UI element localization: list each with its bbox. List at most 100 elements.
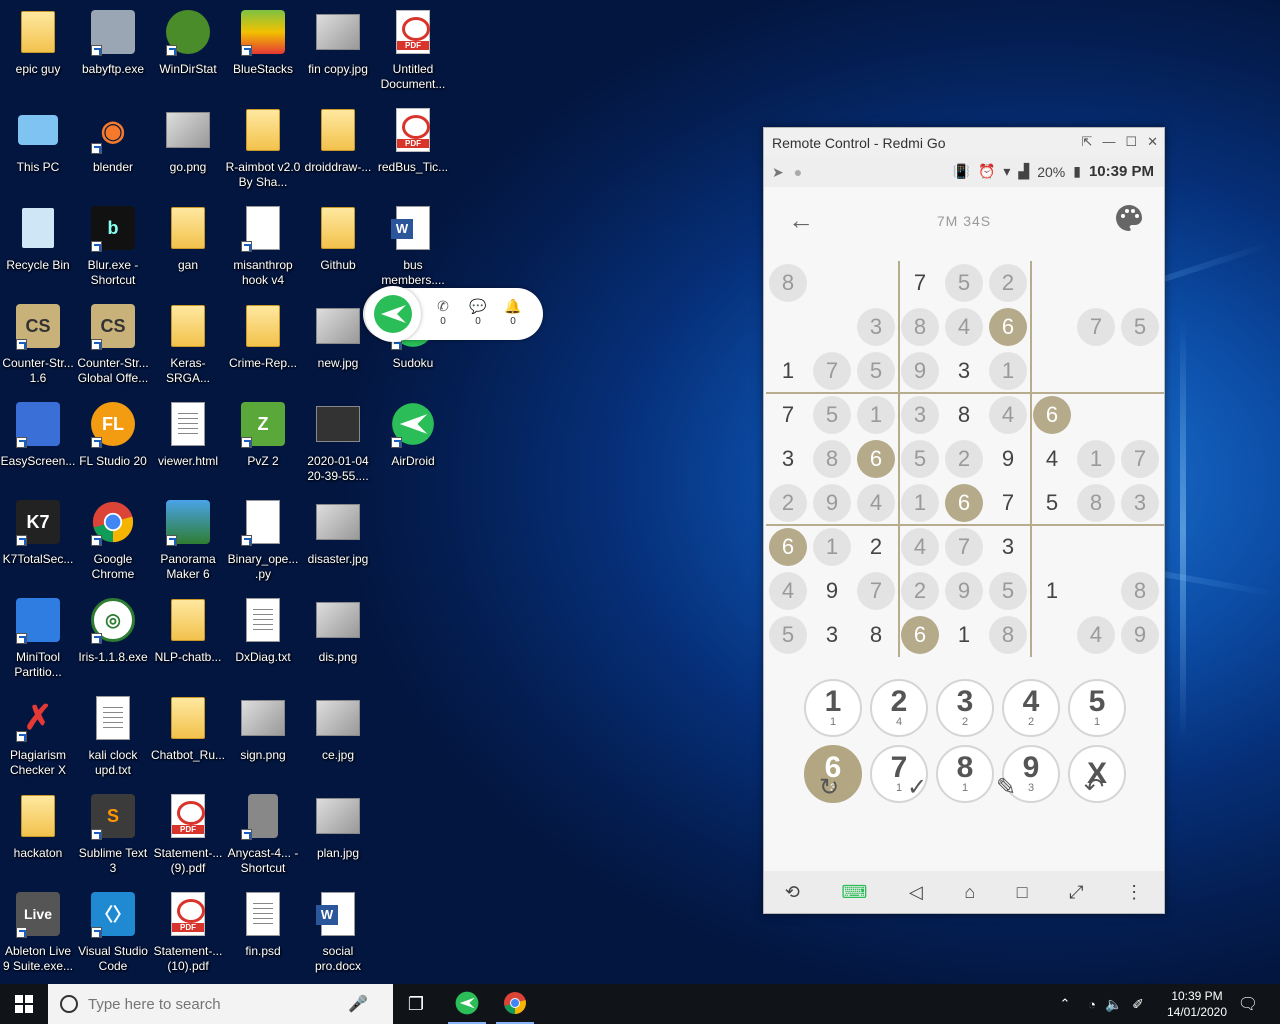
- keypad-button-8[interactable]: 81: [936, 745, 994, 803]
- sudoku-cell[interactable]: 5: [766, 613, 810, 657]
- sudoku-cell[interactable]: 6: [986, 305, 1030, 349]
- sudoku-cell[interactable]: 5: [854, 349, 898, 393]
- desktop-icon[interactable]: go.png: [150, 106, 226, 175]
- sudoku-cell[interactable]: [1074, 525, 1118, 569]
- desktop-icon[interactable]: FL FL Studio 20: [75, 400, 151, 469]
- sudoku-cell[interactable]: 1: [1030, 569, 1074, 613]
- sudoku-cell[interactable]: [1030, 261, 1074, 305]
- sudoku-cell[interactable]: 9: [898, 349, 942, 393]
- sudoku-cell[interactable]: 8: [986, 613, 1030, 657]
- desktop-icon[interactable]: K7 K7TotalSec...: [0, 498, 76, 567]
- sudoku-cell[interactable]: 8: [766, 261, 810, 305]
- chrome-taskbar-icon[interactable]: [496, 984, 534, 1024]
- desktop-icon[interactable]: S Sublime Text 3: [75, 792, 151, 876]
- desktop-icon[interactable]: Keras-SRGA...: [150, 302, 226, 386]
- desktop-icon[interactable]: Wbus members....: [375, 204, 451, 288]
- desktop-icon[interactable]: b Blur.exe - Shortcut: [75, 204, 151, 288]
- keypad-button-3[interactable]: 32: [936, 679, 994, 737]
- sudoku-cell[interactable]: 5: [986, 569, 1030, 613]
- sudoku-cell[interactable]: 6: [898, 613, 942, 657]
- calls-stat[interactable]: ✆ 0: [433, 298, 453, 327]
- volume-icon[interactable]: 🔈: [1104, 984, 1124, 1024]
- sudoku-cell[interactable]: 1: [942, 613, 986, 657]
- search-input[interactable]: [88, 995, 348, 1013]
- desktop-icon[interactable]: EasyScreen...: [0, 400, 76, 469]
- sudoku-cell[interactable]: 4: [854, 481, 898, 525]
- desktop-icon[interactable]: fin copy.jpg: [300, 8, 376, 77]
- desktop-icon[interactable]: Anycast-4... - Shortcut: [225, 792, 301, 876]
- palette-icon[interactable]: [1114, 203, 1144, 240]
- desktop-icon[interactable]: kali clock upd.txt: [75, 694, 151, 778]
- sudoku-cell[interactable]: 2: [854, 525, 898, 569]
- sudoku-cell[interactable]: 9: [810, 569, 854, 613]
- task-view-icon[interactable]: ❐: [400, 984, 432, 1024]
- desktop-icon[interactable]: gan: [150, 204, 226, 273]
- sudoku-cell[interactable]: 5: [942, 261, 986, 305]
- desktop-icon[interactable]: 2020-01-04 20-39-55....: [300, 400, 376, 484]
- sudoku-cell[interactable]: 7: [898, 261, 942, 305]
- pin-icon[interactable]: ⇱: [1082, 134, 1093, 150]
- desktop-icon[interactable]: PDF redBus_Tic...: [375, 106, 451, 175]
- desktop-icon[interactable]: epic guy: [0, 8, 76, 77]
- sudoku-cell[interactable]: 6: [854, 437, 898, 481]
- desktop-icon[interactable]: Z PvZ 2: [225, 400, 301, 469]
- keyboard-icon[interactable]: ⌨: [841, 882, 867, 903]
- airdroid-floating-widget[interactable]: ✆ 0 💬 0 🔔 0: [363, 286, 543, 342]
- desktop-icon[interactable]: CS Counter-Str... 1.6: [0, 302, 76, 386]
- more-icon[interactable]: ⋮: [1125, 882, 1143, 903]
- sudoku-cell[interactable]: 8: [810, 437, 854, 481]
- desktop-icon[interactable]: PDF Statement-... (10).pdf: [150, 890, 226, 974]
- desktop-icon[interactable]: WinDirStat: [150, 8, 226, 77]
- desktop-icon[interactable]: Crime-Rep...: [225, 302, 301, 371]
- desktop-icon[interactable]: droiddraw-...: [300, 106, 376, 175]
- desktop-icon[interactable]: disaster.jpg: [300, 498, 376, 567]
- notifications-stat[interactable]: 🔔 0: [503, 298, 523, 327]
- sudoku-cell[interactable]: [1030, 613, 1074, 657]
- desktop-icon[interactable]: ◎ Iris-1.1.8.exe: [75, 596, 151, 665]
- sudoku-cell[interactable]: 4: [942, 305, 986, 349]
- sudoku-cell[interactable]: 3: [986, 525, 1030, 569]
- microphone-icon[interactable]: 🎤: [348, 994, 368, 1014]
- desktop-icon[interactable]: babyftp.exe: [75, 8, 151, 77]
- sudoku-cell[interactable]: [1074, 349, 1118, 393]
- sudoku-cell[interactable]: 4: [766, 569, 810, 613]
- messages-stat[interactable]: 💬 0: [468, 298, 488, 327]
- desktop-icon[interactable]: ce.jpg: [300, 694, 376, 763]
- sudoku-cell[interactable]: [1118, 261, 1162, 305]
- sudoku-cell[interactable]: 2: [766, 481, 810, 525]
- home-icon[interactable]: ⌂: [964, 882, 975, 903]
- sudoku-cell[interactable]: 7: [854, 569, 898, 613]
- desktop-icon[interactable]: Google Chrome: [75, 498, 151, 582]
- sudoku-cell[interactable]: 3: [810, 613, 854, 657]
- sudoku-cell[interactable]: [1118, 525, 1162, 569]
- sudoku-cell[interactable]: 8: [942, 393, 986, 437]
- keypad-button-5[interactable]: 51: [1068, 679, 1126, 737]
- window-titlebar[interactable]: Remote Control - Redmi Go ⇱ — ☐ ✕: [764, 128, 1164, 157]
- desktop-icon[interactable]: fin.psd: [225, 890, 301, 959]
- sudoku-cell[interactable]: 8: [1118, 569, 1162, 613]
- check-icon[interactable]: ✓: [907, 773, 927, 802]
- sudoku-cell[interactable]: 2: [986, 261, 1030, 305]
- notification-center-icon[interactable]: 🗨: [1236, 984, 1260, 1024]
- taskbar-clock[interactable]: 10:39 PM 14/01/2020: [1162, 988, 1232, 1020]
- sudoku-cell[interactable]: 3: [766, 437, 810, 481]
- desktop-icon[interactable]: Recycle Bin: [0, 204, 76, 273]
- desktop-icon[interactable]: Live Ableton Live 9 Suite.exe...: [0, 890, 76, 974]
- sudoku-cell[interactable]: 7: [1074, 305, 1118, 349]
- sudoku-cell[interactable]: [810, 305, 854, 349]
- sudoku-cell[interactable]: 6: [1030, 393, 1074, 437]
- desktop-icon[interactable]: plan.jpg: [300, 792, 376, 861]
- start-button[interactable]: [0, 984, 48, 1024]
- desktop-icon[interactable]: ✗ Plagiarism Checker X: [0, 694, 76, 778]
- desktop-icon[interactable]: This PC: [0, 106, 76, 175]
- desktop-icon[interactable]: Binary_ope... .py: [225, 498, 301, 582]
- sudoku-cell[interactable]: 7: [986, 481, 1030, 525]
- sudoku-cell[interactable]: 1: [766, 349, 810, 393]
- sudoku-cell[interactable]: 1: [854, 393, 898, 437]
- fullscreen-icon[interactable]: ⤢: [1069, 882, 1083, 903]
- sudoku-cell[interactable]: 1: [986, 349, 1030, 393]
- sudoku-cell[interactable]: 5: [1030, 481, 1074, 525]
- desktop-icon[interactable]: viewer.html: [150, 400, 226, 469]
- desktop-icon[interactable]: Wsocial pro.docx: [300, 890, 376, 974]
- keypad-button-2[interactable]: 24: [870, 679, 928, 737]
